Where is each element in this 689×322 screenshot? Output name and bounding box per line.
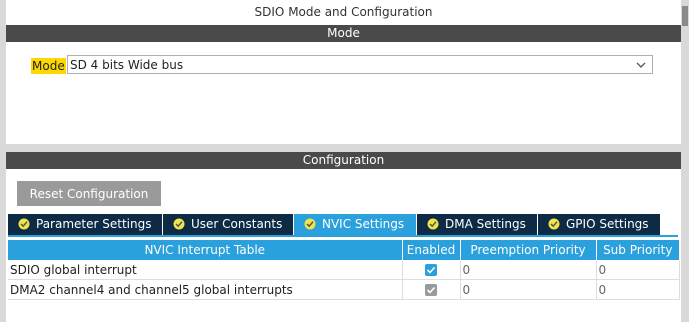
column-header[interactable]: Enabled [402, 240, 461, 260]
tab-label: DMA Settings [445, 217, 526, 231]
reset-configuration-button[interactable]: Reset Configuration [17, 181, 161, 206]
table-header-row: NVIC Interrupt Table Enabled Preemption … [8, 240, 679, 260]
enabled-cell [402, 279, 461, 300]
configuration-section-bar: Configuration [6, 152, 681, 169]
check-circle-icon [427, 218, 439, 230]
tab-dma-settings[interactable]: DMA Settings [417, 214, 537, 235]
column-header[interactable]: NVIC Interrupt Table [8, 240, 403, 260]
mode-row: Mode SD 4 bits Wide bus [31, 55, 655, 76]
nvic-interrupt-table: NVIC Interrupt Table Enabled Preemption … [8, 240, 680, 300]
tab-nvic-settings[interactable]: NVIC Settings [294, 214, 416, 235]
table-row[interactable]: DMA2 channel4 and channel5 global interr… [8, 279, 680, 300]
check-circle-icon [18, 218, 30, 230]
tab-bar: Parameter Settings User Constants NVIC S… [8, 214, 681, 235]
tab-parameter-settings[interactable]: Parameter Settings [8, 214, 162, 235]
tab-label: User Constants [191, 217, 283, 231]
enabled-cell [402, 260, 461, 280]
right-scrollbar[interactable] [681, 0, 689, 322]
scroll-arrow[interactable] [682, 6, 688, 26]
tab-underline [8, 235, 678, 237]
tab-gpio-settings[interactable]: GPIO Settings [538, 214, 660, 235]
mode-panel: SDIO Mode and Configuration Mode Mode SD… [6, 0, 681, 144]
sub-priority[interactable]: 0 [596, 260, 680, 280]
chevron-down-icon [636, 62, 646, 68]
tab-label: NVIC Settings [322, 217, 405, 231]
tab-label: GPIO Settings [566, 217, 649, 231]
check-circle-icon [173, 218, 185, 230]
enabled-checkbox[interactable] [425, 263, 437, 276]
interrupt-name: DMA2 channel4 and channel5 global interr… [8, 279, 403, 300]
check-icon [426, 266, 436, 274]
tab-label: Parameter Settings [36, 217, 152, 231]
preemption-priority[interactable]: 0 [460, 260, 597, 280]
mode-label: Mode [31, 58, 66, 74]
column-header[interactable]: Preemption Priority [460, 240, 597, 260]
table-row[interactable]: SDIO global interrupt 0 0 [8, 260, 680, 280]
panel-title: SDIO Mode and Configuration [254, 5, 433, 19]
check-circle-icon [304, 218, 316, 230]
mode-select[interactable]: SD 4 bits Wide bus [67, 55, 653, 74]
tab-user-constants[interactable]: User Constants [163, 214, 293, 235]
enabled-checkbox[interactable] [425, 283, 437, 296]
check-circle-icon [548, 218, 560, 230]
interrupt-name: SDIO global interrupt [8, 260, 403, 280]
configuration-panel: Configuration Reset Configuration Parame… [6, 152, 681, 322]
preemption-priority[interactable]: 0 [460, 279, 597, 300]
mode-section-bar: Mode [6, 25, 681, 42]
mode-select-value: SD 4 bits Wide bus [70, 58, 184, 72]
sub-priority[interactable]: 0 [596, 279, 680, 300]
column-header[interactable]: Sub Priority [596, 240, 679, 260]
check-icon [426, 286, 436, 294]
